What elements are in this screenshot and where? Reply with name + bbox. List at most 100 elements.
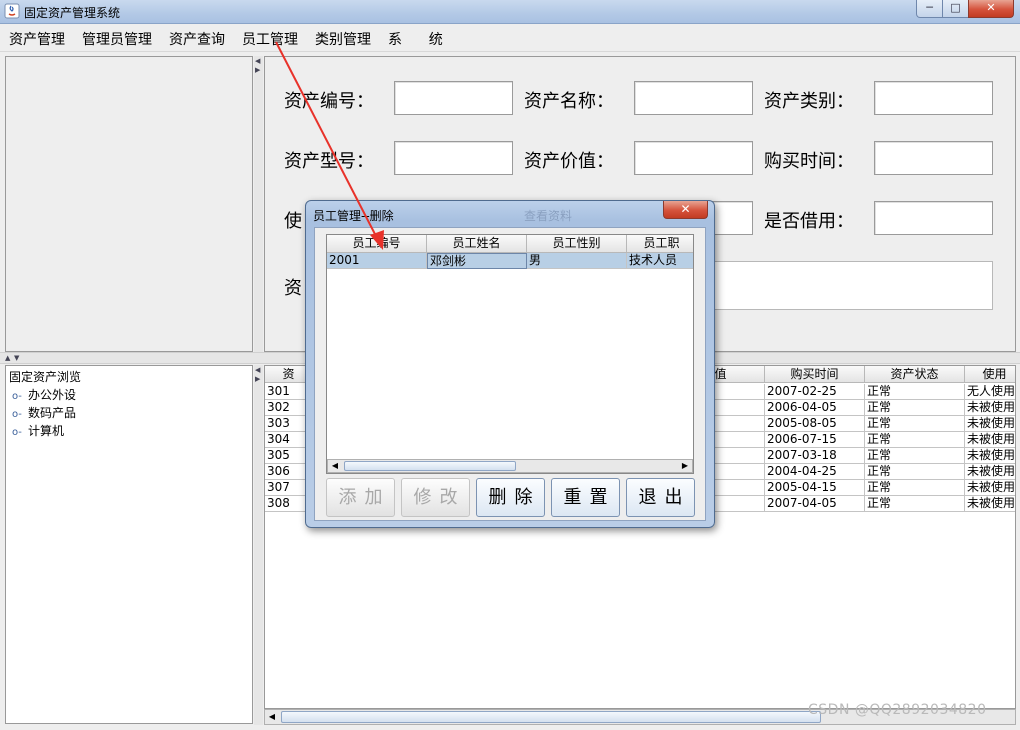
col-header-employee-job[interactable]: 员工职 <box>627 235 693 253</box>
reset-button[interactable]: 重置 <box>551 478 620 517</box>
cell-purchase-time[interactable]: 2007-03-18 <box>765 448 865 464</box>
splitter-down-arrow-icon[interactable]: ▼ <box>14 355 19 362</box>
employee-table-hscrollbar[interactable]: ◀ ▶ <box>327 459 693 473</box>
asset-model-label: 资产型号： <box>284 151 374 172</box>
cell-usage[interactable]: 未被使用 <box>965 448 1015 464</box>
cell-purchase-time[interactable]: 2007-02-25 <box>765 384 865 400</box>
tree-node-label: 计算机 <box>28 424 65 438</box>
cell-status[interactable]: 正常 <box>865 400 965 416</box>
cell-usage[interactable]: 无人使用 <box>965 384 1015 400</box>
cell-purchase-time[interactable]: 2005-04-15 <box>765 480 865 496</box>
purchase-time-input[interactable] <box>874 141 993 175</box>
asset-name-input[interactable] <box>634 81 753 115</box>
tree-key-icon[interactable]: o- <box>12 391 28 402</box>
cell-status[interactable]: 正常 <box>865 464 965 480</box>
cell-purchase-time[interactable]: 2005-08-05 <box>765 416 865 432</box>
delete-button[interactable]: 删除 <box>476 478 545 517</box>
menu-employee-management[interactable]: 员工管理 <box>242 29 298 49</box>
tree-key-icon[interactable]: o- <box>12 427 28 438</box>
col-header-status[interactable]: 资产状态 <box>865 366 965 383</box>
splitter-right-arrow-icon[interactable]: ▶ <box>255 67 260 74</box>
cell-purchase-time[interactable]: 2006-04-05 <box>765 400 865 416</box>
asset-category-label: 资产类别： <box>764 91 854 112</box>
tree-root[interactable]: 固定资产浏览 <box>9 368 81 385</box>
asset-tree: 固定资产浏览 o- 办公外设 o- 数码产品 o- 计算机 <box>5 365 253 724</box>
splitter-up-arrow-icon[interactable]: ▲ <box>5 355 10 362</box>
col-header-usage[interactable]: 使用 <box>965 366 1015 383</box>
cell-status[interactable]: 正常 <box>865 432 965 448</box>
cell-usage[interactable]: 未被使用 <box>965 480 1015 496</box>
col-header-employee-gender[interactable]: 员工性别 <box>527 235 627 253</box>
cell-status[interactable]: 正常 <box>865 496 965 512</box>
exit-button[interactable]: 退出 <box>626 478 695 517</box>
cell-status[interactable]: 正常 <box>865 384 965 400</box>
java-app-icon <box>4 3 20 19</box>
menu-admin-management[interactable]: 管理员管理 <box>82 29 152 49</box>
close-button[interactable]: ✕ <box>968 0 1014 18</box>
tree-node-label: 办公外设 <box>28 388 77 402</box>
cell-purchase-time[interactable]: 2004-04-25 <box>765 464 865 480</box>
splitter-left-arrow-icon[interactable]: ◀ <box>255 367 260 374</box>
asset-value-label: 资产价值： <box>524 151 614 172</box>
window-titlebar: 固定资产管理系统 ─ □ ✕ <box>0 0 1020 24</box>
asset-model-input[interactable] <box>394 141 513 175</box>
employee-table: 员工编号 员工姓名 员工性别 员工职 2001 邓剑彬男技术人员 ◀ ▶ <box>326 234 694 474</box>
asset-name-label: 资产名称： <box>524 91 614 112</box>
splitter-left-arrow-icon[interactable]: ◀ <box>255 58 260 65</box>
cell-status[interactable]: 正常 <box>865 416 965 432</box>
cell-employee-gender[interactable]: 男 <box>527 253 627 269</box>
cell-usage[interactable]: 未被使用 <box>965 432 1015 448</box>
cell-employee-id[interactable]: 2001 <box>327 253 427 269</box>
asset-no-input[interactable] <box>394 81 513 115</box>
menu-system[interactable]: 系 统 <box>388 29 443 49</box>
cell-usage[interactable]: 未被使用 <box>965 496 1015 512</box>
borrowed-input[interactable] <box>874 201 993 235</box>
add-button[interactable]: 添加 <box>326 478 395 517</box>
cell-purchase-time[interactable]: 2006-07-15 <box>765 432 865 448</box>
asset-category-input[interactable] <box>874 81 993 115</box>
col-header-purchase-time[interactable]: 购买时间 <box>765 366 865 383</box>
scroll-right-icon[interactable]: ▶ <box>678 460 692 472</box>
dialog-close-button[interactable]: ✕ <box>663 201 708 219</box>
bottom-vertical-splitter[interactable]: ◀ ▶ <box>254 365 263 725</box>
employee-delete-dialog: 员工管理--删除 查看资料 ✕ 员工编号 员工姓名 员工性别 员工职 2001 邓… <box>305 200 715 528</box>
splitter-right-arrow-icon[interactable]: ▶ <box>255 376 260 383</box>
top-vertical-splitter[interactable]: ◀ ▶ <box>254 56 263 352</box>
use-label: 使 <box>284 211 302 232</box>
scroll-thumb[interactable] <box>281 711 821 723</box>
borrowed-label: 是否借用： <box>764 211 854 232</box>
minimize-button[interactable]: ─ <box>916 0 943 18</box>
tree-node-office[interactable]: o- 办公外设 <box>12 386 76 403</box>
purchase-time-label: 购买时间： <box>764 151 854 172</box>
scroll-left-icon[interactable]: ◀ <box>328 460 342 472</box>
cell-usage[interactable]: 未被使用 <box>965 400 1015 416</box>
col-header-employee-name[interactable]: 员工姓名 <box>427 235 527 253</box>
cell-status[interactable]: 正常 <box>865 480 965 496</box>
tree-key-icon[interactable]: o- <box>12 409 28 420</box>
remark-label: 资 <box>284 278 302 299</box>
cell-purchase-time[interactable]: 2007-04-05 <box>765 496 865 512</box>
menu-asset-query[interactable]: 资产查询 <box>169 29 225 49</box>
menu-category-management[interactable]: 类别管理 <box>315 29 371 49</box>
dialog-ghost-title: 查看资料 <box>524 209 573 223</box>
cell-employee-name[interactable]: 邓剑彬 <box>427 253 527 269</box>
watermark: CSDN @QQ2892034820 <box>808 702 987 718</box>
cell-status[interactable]: 正常 <box>865 448 965 464</box>
dialog-body: 员工编号 员工姓名 员工性别 员工职 2001 邓剑彬男技术人员 ◀ ▶ 添加 修… <box>314 227 706 521</box>
menu-bar: 资产管理 管理员管理 资产查询 员工管理 类别管理 系 统 <box>0 24 1020 52</box>
menu-asset-management[interactable]: 资产管理 <box>9 29 65 49</box>
maximize-button[interactable]: □ <box>942 0 969 18</box>
scroll-left-icon[interactable]: ◀ <box>265 710 279 724</box>
cell-usage[interactable]: 未被使用 <box>965 464 1015 480</box>
edit-button[interactable]: 修改 <box>401 478 470 517</box>
cell-employee-job[interactable]: 技术人员 <box>627 253 693 269</box>
dialog-title: 员工管理--删除 <box>313 209 394 223</box>
tree-node-label: 数码产品 <box>28 406 77 420</box>
col-header-employee-id[interactable]: 员工编号 <box>327 235 427 253</box>
tree-node-computer[interactable]: o- 计算机 <box>12 422 64 439</box>
window-title: 固定资产管理系统 <box>24 6 121 20</box>
asset-value-input[interactable] <box>634 141 753 175</box>
scroll-thumb[interactable] <box>344 461 516 471</box>
tree-node-digital[interactable]: o- 数码产品 <box>12 404 76 421</box>
cell-usage[interactable]: 未被使用 <box>965 416 1015 432</box>
